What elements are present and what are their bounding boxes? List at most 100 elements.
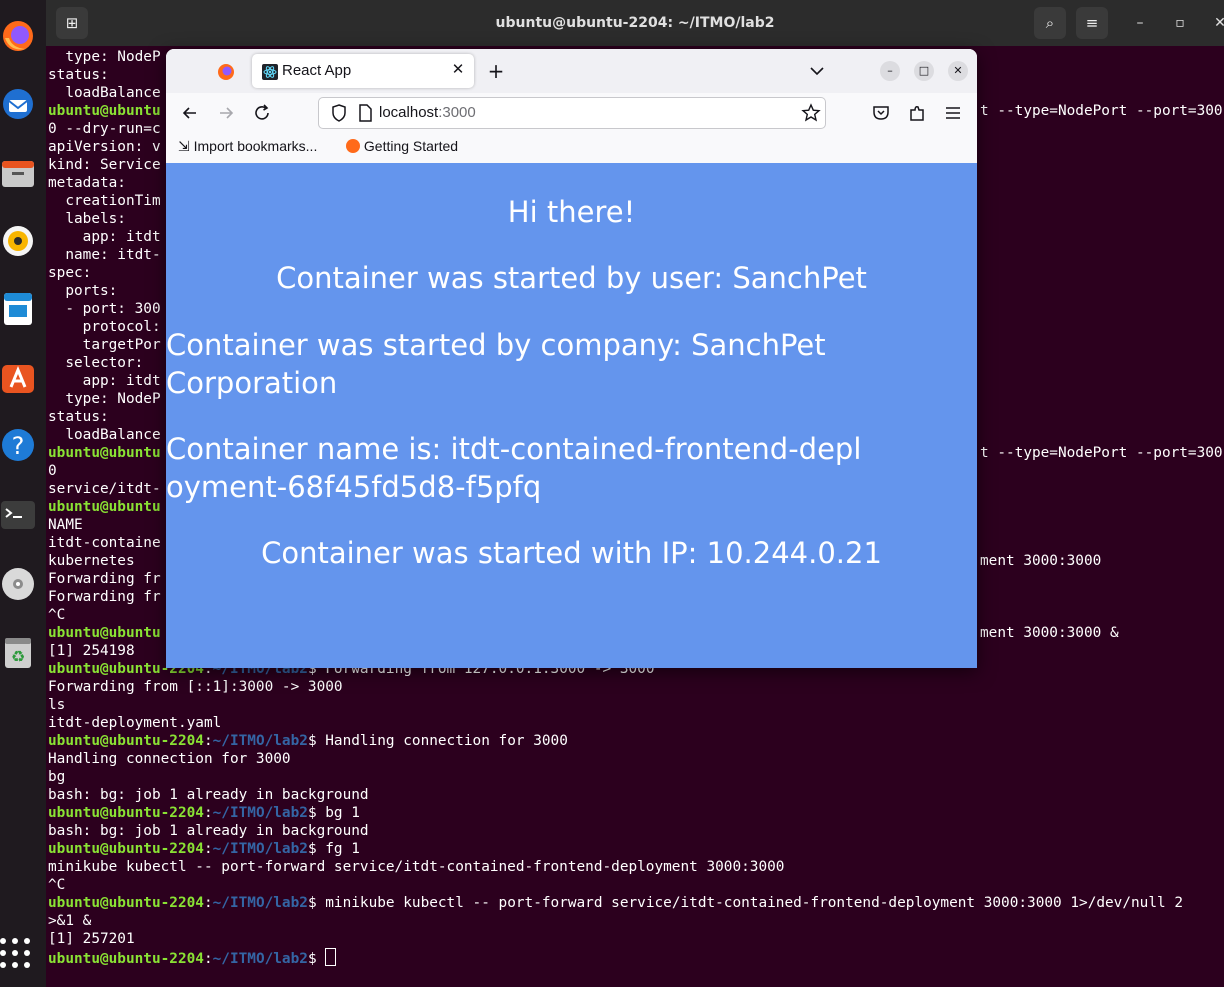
- prompt-path: ~/ITMO/lab2: [212, 805, 308, 821]
- new-tab-button[interactable]: +: [484, 59, 508, 83]
- window-minimize-icon[interactable]: –: [880, 61, 900, 81]
- terminal-line-text: 0 --dry-run=c: [48, 121, 161, 137]
- terminal-line: [1] 257201: [48, 930, 1224, 948]
- trash-icon[interactable]: ♻: [0, 634, 36, 670]
- terminal-line-text: loadBalance: [48, 85, 161, 101]
- maximize-icon[interactable]: ▫: [1170, 13, 1190, 33]
- bookmark-star-icon[interactable]: [799, 101, 823, 125]
- dock: ? ♻: [0, 0, 46, 987]
- tab-bar: React App ✕ + – □ ✕: [166, 49, 977, 93]
- terminal-line: itdt-deployment.yaml: [48, 714, 1224, 732]
- terminal-line-text: loadBalance: [48, 427, 161, 443]
- extensions-icon[interactable]: [905, 101, 929, 125]
- prompt-path: ~/ITMO/lab2: [212, 733, 308, 749]
- terminal-line-text: ^C: [48, 607, 66, 623]
- terminal-line-text: Handling connection for 3000: [48, 751, 291, 767]
- minimize-icon[interactable]: –: [1130, 13, 1150, 33]
- firefox-window: React App ✕ + – □ ✕ localhost:3000 ⇲ Imp…: [166, 49, 977, 668]
- thunderbird-icon[interactable]: [0, 86, 36, 122]
- terminal-line-text: ls: [48, 697, 66, 713]
- window-maximize-icon[interactable]: □: [914, 61, 934, 81]
- search-icon[interactable]: ⌕: [1034, 7, 1066, 39]
- url-bar[interactable]: localhost:3000: [318, 97, 826, 129]
- terminal-line-text: labels:: [48, 211, 126, 227]
- prompt-user: ubuntu@ubuntu: [48, 625, 161, 641]
- svg-text:♻: ♻: [11, 647, 25, 666]
- terminal-line-text: minikube kubectl -- port-forward service…: [48, 859, 785, 875]
- menu-icon[interactable]: ≡: [1076, 7, 1108, 39]
- terminal-line-text: bash: bg: job 1 already in background: [48, 787, 369, 803]
- window-close-icon[interactable]: ✕: [948, 61, 968, 81]
- tracking-protection-shield-icon[interactable]: [327, 101, 351, 125]
- navigation-toolbar: localhost:3000: [166, 93, 977, 133]
- terminal-line-text: app: itdt: [48, 373, 161, 389]
- terminal-line: bash: bg: job 1 already in background: [48, 786, 1224, 804]
- prompt-separator: :: [203, 951, 213, 967]
- terminal-line-text: $ bg 1: [307, 805, 360, 821]
- firefox-icon[interactable]: [0, 18, 36, 54]
- show-apps-icon[interactable]: [0, 938, 30, 968]
- bookmark-import-label: Import bookmarks...: [193, 138, 318, 154]
- reload-icon[interactable]: [250, 101, 274, 125]
- optical-drive-icon[interactable]: [0, 566, 36, 602]
- back-icon[interactable]: [178, 101, 202, 125]
- firefox-view-tab[interactable]: [208, 57, 244, 87]
- terminal-line-text: $ Handling connection for 3000: [307, 733, 568, 749]
- terminal-line-text: name: itdt-: [48, 247, 161, 263]
- prompt-user: ubuntu@ubuntu-2204: [48, 733, 204, 749]
- prompt-user: ubuntu@ubuntu: [48, 499, 161, 515]
- terminal-line-text-right: t --type=NodePort --port=300: [980, 103, 1223, 119]
- terminal-line-text: kind: Service: [48, 157, 161, 173]
- app-menu-icon[interactable]: [941, 101, 965, 125]
- terminal-line-text: status:: [48, 409, 109, 425]
- terminal-line-text: service/itdt-: [48, 481, 161, 497]
- page-info-icon[interactable]: [353, 101, 377, 125]
- user-line: Container was started by user: SanchPet: [276, 261, 867, 295]
- url-text[interactable]: localhost:3000: [379, 104, 476, 121]
- app-center-icon[interactable]: [0, 359, 36, 395]
- terminal-line-text: spec:: [48, 265, 92, 281]
- terminal-line-text: $: [307, 951, 326, 967]
- prompt-user: ubuntu@ubuntu-2204: [48, 951, 204, 967]
- url-port: :3000: [438, 104, 476, 121]
- terminal-line-text: - port: 300: [48, 301, 161, 317]
- terminal-line-text: [1] 257201: [48, 931, 135, 947]
- tab-close-icon[interactable]: ✕: [448, 59, 468, 79]
- terminal-line: ubuntu@ubuntu-2204:~/ITMO/lab2$ bg 1: [48, 804, 1224, 822]
- terminal-line-text: NAME: [48, 517, 83, 533]
- terminal-line-text: Forwarding fr: [48, 589, 161, 605]
- close-icon[interactable]: ✕: [1210, 13, 1224, 33]
- react-icon: [262, 64, 278, 80]
- rhythmbox-icon[interactable]: [0, 223, 36, 259]
- prompt-separator: :: [203, 895, 213, 911]
- prompt-path: ~/ITMO/lab2: [212, 841, 308, 857]
- ip-line: Container was started with IP: 10.244.0.…: [261, 536, 882, 570]
- terminal-header: ⊞ ubuntu@ubuntu-2204: ~/ITMO/lab2 ⌕ ≡ – …: [46, 0, 1224, 46]
- bookmark-getting-started[interactable]: Getting Started: [346, 138, 458, 154]
- terminal-line-text-right: t --type=NodePort --port=300: [980, 445, 1223, 461]
- tab-title: React App: [282, 62, 352, 79]
- terminal-line: ls: [48, 696, 1224, 714]
- terminal-line-text: bash: bg: job 1 already in background: [48, 823, 369, 839]
- terminal-line-text: 0: [48, 463, 57, 479]
- prompt-separator: :: [203, 841, 213, 857]
- terminal-line-text: bg: [48, 769, 66, 785]
- terminal-line: Handling connection for 3000: [48, 750, 1224, 768]
- terminal-cursor: [325, 948, 337, 966]
- forward-icon[interactable]: [214, 101, 238, 125]
- writer-icon[interactable]: [0, 291, 36, 327]
- pocket-icon[interactable]: [869, 101, 893, 125]
- tab-react-app[interactable]: React App ✕: [252, 54, 474, 88]
- terminal-icon[interactable]: [0, 497, 36, 533]
- terminal-line: Forwarding from [::1]:3000 -> 3000: [48, 678, 1224, 696]
- list-all-tabs-icon[interactable]: [806, 60, 828, 82]
- bookmark-import[interactable]: ⇲ Import bookmarks...: [178, 138, 317, 155]
- terminal-line-text: Forwarding fr: [48, 571, 161, 587]
- files-icon[interactable]: [0, 155, 36, 191]
- terminal-line-text: itdt-containe: [48, 535, 161, 551]
- help-icon[interactable]: ?: [0, 427, 36, 463]
- prompt-path: ~/ITMO/lab2: [212, 951, 308, 967]
- terminal-line-text-right: ment 3000:3000: [980, 553, 1102, 569]
- bookmarks-toolbar: ⇲ Import bookmarks... Getting Started: [166, 133, 977, 164]
- firefox-small-icon: [346, 139, 360, 153]
